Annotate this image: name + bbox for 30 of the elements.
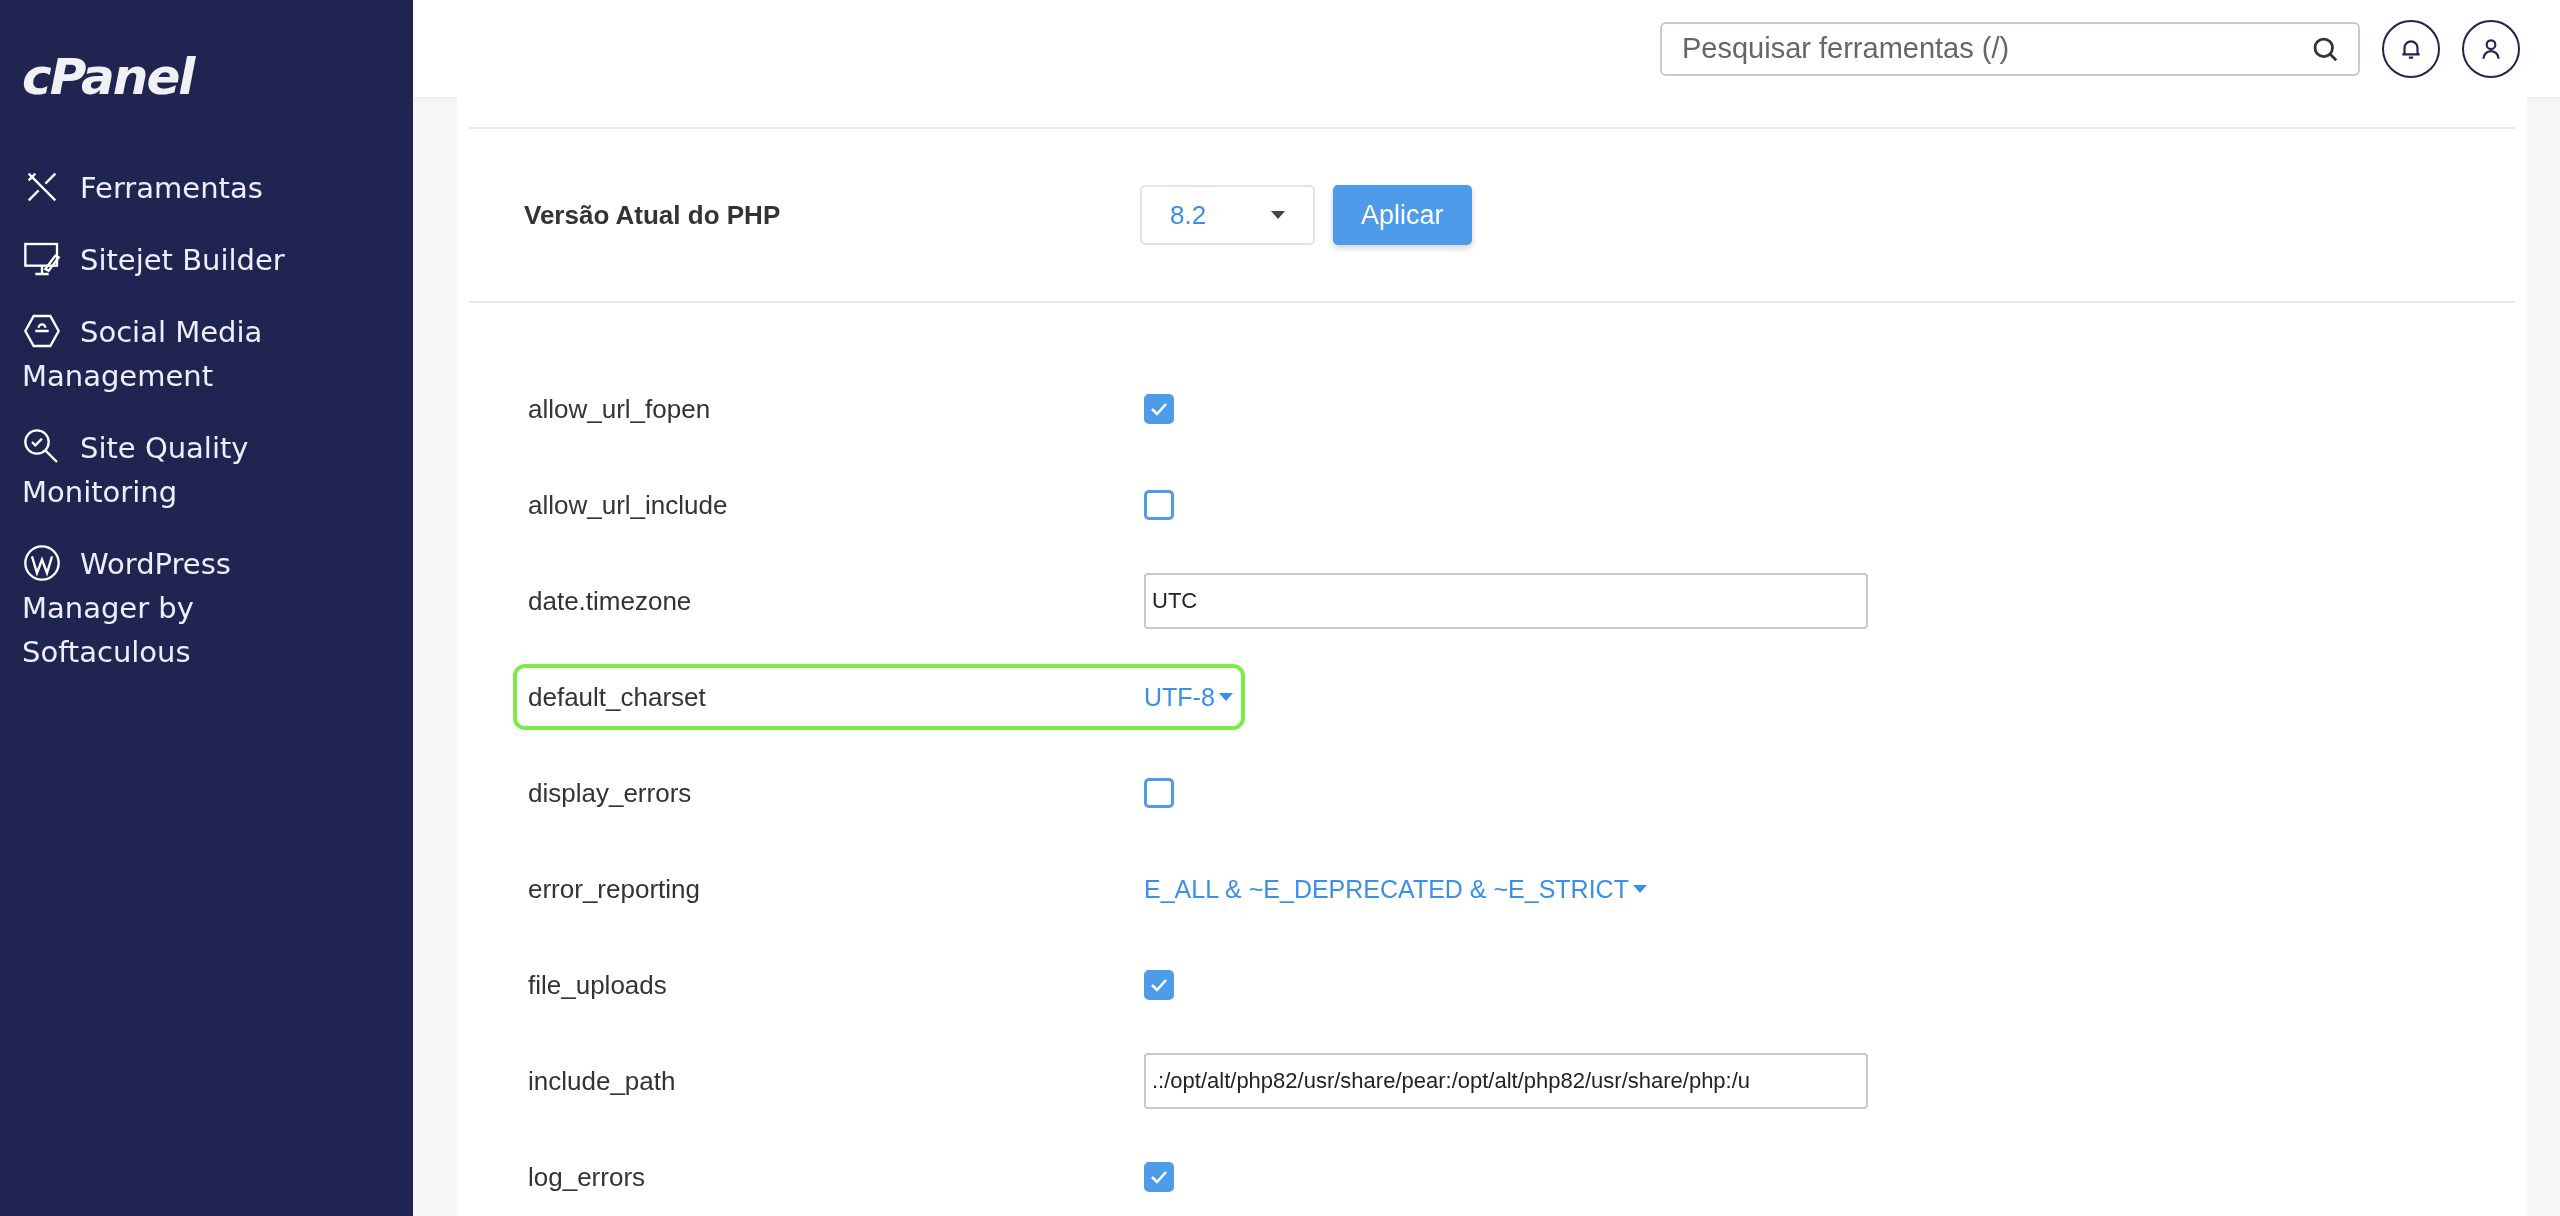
- setting-name: log_errors: [528, 1161, 647, 1193]
- sidebar-item[interactable]: Social Media Management: [22, 310, 322, 398]
- setting-name: allow_url_include: [528, 489, 729, 521]
- php-version-label: Versão Atual do PHP: [524, 199, 782, 231]
- setting-name: allow_url_fopen: [528, 393, 712, 425]
- caret-icon: [1271, 211, 1285, 219]
- user-button[interactable]: [2462, 19, 2520, 78]
- caret-icon: [1632, 885, 1647, 893]
- sidebar-item[interactable]: Site Quality Monitoring: [22, 426, 322, 514]
- checkbox[interactable]: [1144, 394, 1174, 424]
- setting-name: error_reporting: [528, 873, 701, 905]
- checkbox[interactable]: [1144, 778, 1174, 808]
- input-field[interactable]: UTC: [1144, 573, 1868, 629]
- input-field[interactable]: .:/opt/alt/php82/usr/share/pear:/opt/alt/php82/usr/share/php:/u: [1144, 1053, 1868, 1109]
- setting-name: date.timezone: [528, 585, 693, 617]
- sidebar-item[interactable]: Ferramentas: [22, 166, 322, 210]
- wordpress-icon: [22, 543, 62, 583]
- setting-name: default_charset: [528, 681, 707, 713]
- cpanel-logo: cPanel: [22, 48, 196, 106]
- setting-name: display_errors: [528, 777, 693, 809]
- search-field[interactable]: Pesquisar ferramentas (/): [1660, 21, 2360, 76]
- setting-name: include_path: [528, 1065, 677, 1097]
- checkbox[interactable]: [1144, 970, 1174, 1000]
- caret-icon: [1218, 693, 1233, 701]
- sidebar-item[interactable]: Sitejet Builder: [22, 238, 322, 282]
- checkbox[interactable]: [1144, 490, 1174, 520]
- checkbox[interactable]: [1144, 1162, 1174, 1192]
- setting-name: file_uploads: [528, 969, 668, 1001]
- notifications-button[interactable]: [2382, 19, 2440, 78]
- sidebar-item[interactable]: WordPress Manager by Softaculous: [22, 542, 322, 674]
